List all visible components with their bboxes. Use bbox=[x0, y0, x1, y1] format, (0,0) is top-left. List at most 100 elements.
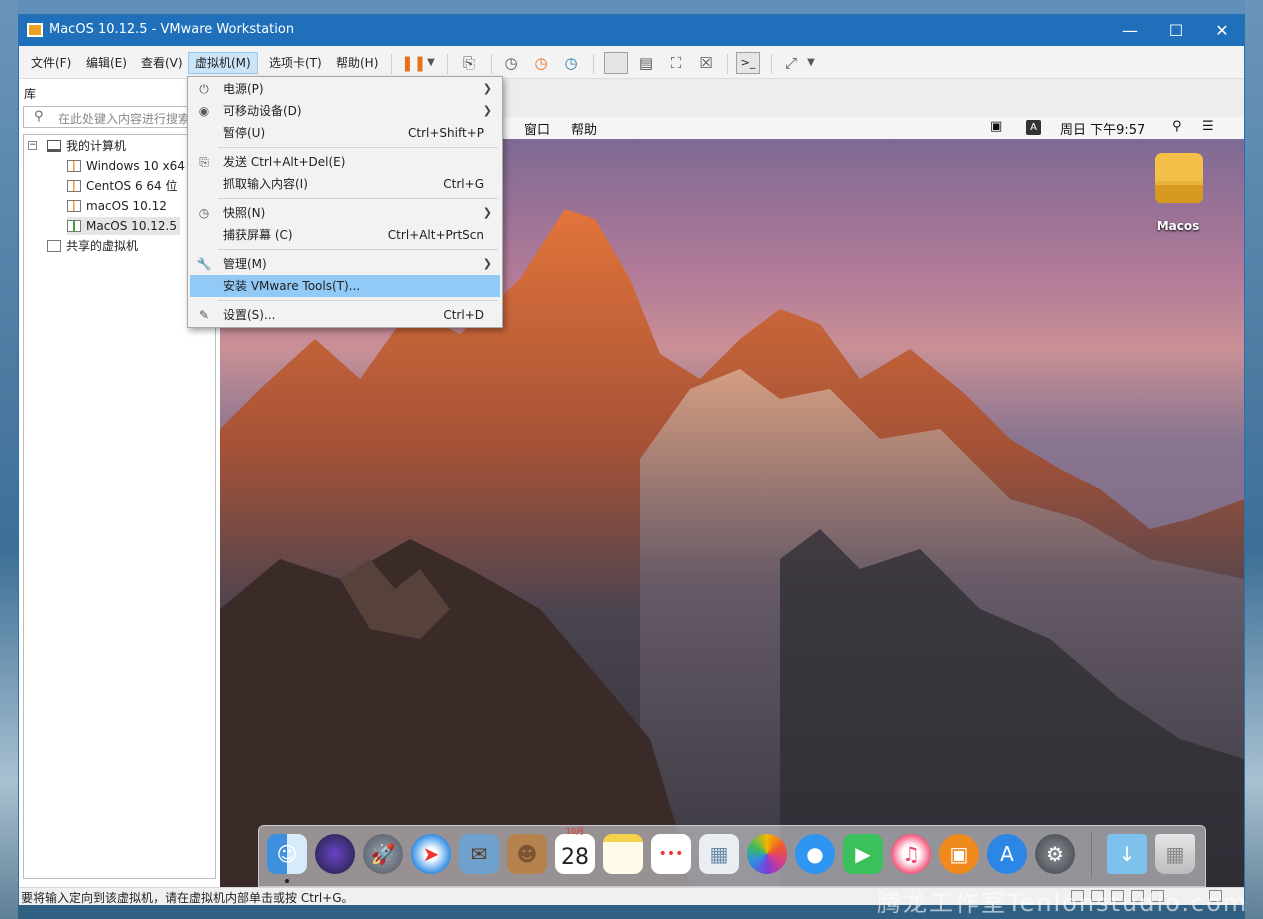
system-preferences-icon[interactable]: ⚙ bbox=[1035, 834, 1075, 874]
toolbar-separator bbox=[491, 54, 492, 74]
vm-icon bbox=[67, 180, 81, 192]
menu-vm[interactable]: 虚拟机(M) bbox=[188, 52, 258, 74]
removable-device-icon: ◉ bbox=[198, 104, 210, 118]
app-store-icon[interactable]: A bbox=[987, 834, 1027, 874]
snapshot-icon[interactable]: ◷ bbox=[501, 54, 521, 72]
mac-dock: ☺ 🚀 ➤ ✉ ☻ 10月 28 ••• ▦ ● ▶ ♫ ▣ A ⚙ ↓ ▦ bbox=[258, 825, 1206, 887]
snapshot-manager-icon[interactable]: ◷ bbox=[561, 54, 581, 72]
menu-item-label: 暂停(U) bbox=[223, 126, 266, 140]
menu-item-manage[interactable]: 🔧 管理(M) ❯ bbox=[190, 253, 500, 275]
calendar-icon[interactable]: 10月 28 bbox=[555, 827, 595, 874]
menu-item-shortcut: Ctrl+G bbox=[443, 177, 484, 191]
fullscreen-icon[interactable]: ⛶ bbox=[666, 54, 686, 72]
safari-icon[interactable]: ➤ bbox=[411, 834, 451, 874]
tree-item-vm[interactable]: CentOS 6 64 位 bbox=[67, 177, 177, 195]
minimize-icon[interactable]: — bbox=[1107, 15, 1153, 46]
spotlight-icon[interactable]: ⚲ bbox=[1172, 119, 1182, 134]
drive-graphic bbox=[1155, 153, 1203, 203]
facetime-icon[interactable]: ▶ bbox=[843, 834, 883, 874]
menu-help[interactable]: 帮助(H) bbox=[330, 52, 384, 74]
close-icon[interactable]: ✕ bbox=[1199, 15, 1245, 46]
hard-drive-icon[interactable] bbox=[1152, 151, 1206, 211]
launchpad-icon[interactable]: 🚀 bbox=[363, 834, 403, 874]
menu-item-removable-devices[interactable]: ◉ 可移动设备(D) ❯ bbox=[190, 100, 500, 122]
input-source-icon[interactable]: A bbox=[1026, 120, 1041, 135]
preview-icon[interactable]: ▦ bbox=[699, 834, 739, 874]
menu-file[interactable]: 文件(F) bbox=[25, 52, 77, 74]
menu-item-label: 捕获屏幕 (C) bbox=[223, 228, 293, 242]
toolbar-separator bbox=[391, 54, 392, 74]
dock-separator bbox=[1091, 832, 1092, 878]
trash-icon[interactable]: ▦ bbox=[1155, 834, 1195, 874]
downloads-folder-icon[interactable]: ↓ bbox=[1107, 834, 1147, 874]
computer-icon bbox=[47, 140, 61, 152]
chevron-down-icon[interactable]: ▼ bbox=[421, 54, 441, 72]
status-message: 要将输入定向到该虚拟机，请在虚拟机内部单击或按 Ctrl+G。 bbox=[21, 891, 354, 905]
contacts-icon[interactable]: ☻ bbox=[507, 834, 547, 874]
tree-item-vm[interactable]: macOS 10.12 bbox=[67, 197, 167, 215]
menu-separator bbox=[218, 300, 498, 301]
photos-icon[interactable] bbox=[747, 834, 787, 874]
vm-icon bbox=[67, 160, 81, 172]
pause-icon[interactable]: ❚❚ bbox=[401, 54, 426, 72]
vm-icon bbox=[67, 200, 81, 212]
tree-item-shared-vms[interactable]: 共享的虚拟机 bbox=[47, 237, 138, 255]
maximize-icon[interactable]: ☐ bbox=[1153, 15, 1199, 46]
siri-icon[interactable] bbox=[315, 834, 355, 874]
thumbnail-bar-icon[interactable]: ▤ bbox=[636, 54, 656, 72]
console-icon[interactable]: >_ bbox=[736, 52, 760, 74]
display-icon[interactable]: ▣ bbox=[990, 119, 1002, 134]
menu-edit[interactable]: 编辑(E) bbox=[80, 52, 133, 74]
mac-clock[interactable]: 周日 下午9:57 bbox=[1060, 119, 1145, 138]
menu-item-pause[interactable]: 暂停(U) Ctrl+Shift+P bbox=[190, 122, 500, 144]
unity-icon[interactable]: ☒ bbox=[696, 54, 716, 72]
menu-item-install-vmware-tools[interactable]: 安装 VMware Tools(T)... bbox=[190, 275, 500, 297]
menu-separator bbox=[218, 147, 498, 148]
menu-item-shortcut: Ctrl+D bbox=[443, 308, 484, 322]
vm-running-icon bbox=[67, 220, 81, 232]
menu-item-grab-input[interactable]: 抓取输入内容(I) Ctrl+G bbox=[190, 173, 500, 195]
window-title: MacOS 10.12.5 - VMware Workstation bbox=[49, 22, 295, 37]
background-desktop-left bbox=[0, 0, 18, 919]
menu-item-label: 管理(M) bbox=[223, 257, 267, 271]
background-desktop-right bbox=[1245, 0, 1263, 919]
messages-icon[interactable]: ● bbox=[795, 834, 835, 874]
finder-icon[interactable]: ☺ bbox=[267, 834, 307, 874]
library-title: 库 bbox=[24, 87, 37, 101]
revert-snapshot-icon[interactable]: ◷ bbox=[531, 54, 551, 72]
menu-item-snapshot[interactable]: ◷ 快照(N) ❯ bbox=[190, 202, 500, 224]
tree-item-vm-selected[interactable]: MacOS 10.12.5 bbox=[67, 217, 180, 235]
settings-icon: ✎ bbox=[198, 308, 210, 322]
reminders-icon[interactable]: ••• bbox=[651, 834, 691, 874]
itunes-icon[interactable]: ♫ bbox=[891, 834, 931, 874]
mac-menu-window[interactable]: 窗口 bbox=[524, 119, 550, 138]
stretch-icon[interactable]: ⤢ bbox=[781, 54, 801, 72]
chevron-down-icon[interactable]: ▼ bbox=[801, 54, 821, 72]
hard-drive-label: Macos bbox=[1156, 219, 1200, 233]
chevron-right-icon: ❯ bbox=[482, 82, 492, 95]
shared-vm-icon bbox=[47, 240, 61, 252]
menu-item-capture-screen[interactable]: 捕获屏幕 (C) Ctrl+Alt+PrtScn bbox=[190, 224, 500, 246]
mac-menu-help[interactable]: 帮助 bbox=[571, 119, 597, 138]
send-keys-icon: ⎘ bbox=[199, 155, 209, 169]
mail-icon[interactable]: ✉ bbox=[459, 834, 499, 874]
chevron-right-icon: ❯ bbox=[482, 257, 492, 270]
send-keys-icon[interactable]: ⎘ bbox=[459, 54, 479, 72]
menu-tabs[interactable]: 选项卡(T) bbox=[263, 52, 328, 74]
tree-item-vm[interactable]: Windows 10 x64 bbox=[67, 157, 185, 175]
menu-item-label: 设置(S)... bbox=[223, 308, 276, 322]
collapse-icon[interactable]: − bbox=[28, 141, 37, 150]
notes-icon[interactable] bbox=[603, 834, 643, 874]
menu-item-label: 安装 VMware Tools(T)... bbox=[223, 279, 361, 293]
vmware-app-icon bbox=[27, 23, 43, 37]
menu-item-settings[interactable]: ✎ 设置(S)... Ctrl+D bbox=[190, 304, 500, 326]
library-toggle-icon[interactable] bbox=[604, 52, 628, 74]
ibooks-icon[interactable]: ▣ bbox=[939, 834, 979, 874]
calendar-month: 10月 bbox=[565, 827, 585, 836]
menu-item-send-ctrl-alt-del[interactable]: ⎘ 发送 Ctrl+Alt+Del(E) bbox=[190, 151, 500, 173]
title-bar: MacOS 10.12.5 - VMware Workstation — ☐ ✕ bbox=[19, 15, 1244, 46]
menu-view[interactable]: 查看(V) bbox=[135, 52, 189, 74]
menu-item-power[interactable]: ⏻ 电源(P) ❯ bbox=[190, 78, 500, 100]
notification-center-icon[interactable]: ☰ bbox=[1202, 119, 1214, 134]
tree-item-my-computer[interactable]: − 我的计算机 bbox=[28, 137, 126, 155]
